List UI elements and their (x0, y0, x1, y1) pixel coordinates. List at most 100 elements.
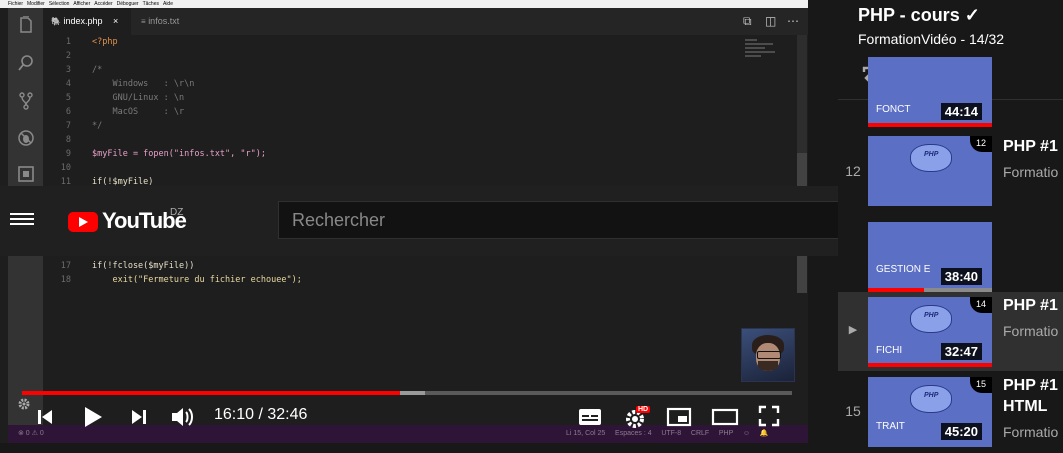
item-index-badge: 15 (970, 377, 992, 393)
tab-label: index.php (63, 16, 103, 26)
video-thumbnail: 15 TRAIT 45:20 (868, 377, 992, 447)
playlist-item[interactable]: FONCT 44:14 (838, 57, 1063, 127)
minimap (745, 37, 785, 67)
item-number: 15 (845, 403, 861, 419)
menu-item: Accéder (94, 1, 113, 7)
previous-button[interactable] (36, 408, 54, 431)
code-area: <?php /* Windows : \r\n GNU/Linux : \n M… (92, 35, 742, 189)
line-number: 6 (65, 107, 71, 117)
line-number: 1 (65, 37, 71, 47)
progress-bar[interactable] (22, 391, 792, 395)
debug-icon (17, 129, 35, 147)
search-icon (17, 54, 35, 72)
thumbnail-caption: FONCT (876, 104, 911, 115)
split-editor-icon: ◫ (765, 14, 777, 28)
video-thumbnail: FONCT 44:14 (868, 57, 992, 127)
extensions-icon (17, 165, 35, 183)
video-title: PHP #1 (1003, 377, 1058, 394)
line-number-gutter-lower: 17 18 (43, 259, 83, 287)
line-number: 9 (65, 149, 71, 159)
close-icon[interactable]: × (113, 16, 118, 26)
code-area-lower: if(!fclose($myFile)) exit("Fermeture du … (92, 259, 742, 287)
tab-label: infos.txt (148, 16, 180, 26)
thumbnail-caption: TRAIT (876, 421, 905, 432)
line-number: 7 (65, 121, 71, 131)
tab-infos-txt[interactable]: ≡ infos.txt (133, 8, 213, 35)
php-file-icon: 🐘 (51, 17, 61, 26)
youtube-logo-icon[interactable] (68, 212, 98, 232)
code-line: MacOS : \r (92, 107, 185, 117)
code-line: if(!fclose($myFile)) (92, 261, 195, 271)
thumbnail-caption: FICHI (876, 345, 903, 356)
channel-name: Formatio (1003, 164, 1059, 180)
menu-item: Modifier (27, 1, 45, 7)
code-line: /* (92, 65, 103, 75)
menu-item: Sélection (48, 1, 70, 7)
thumbnail-caption: GESTION E (876, 264, 931, 275)
more-icon: ⋯ (787, 14, 799, 28)
play-button[interactable] (82, 405, 104, 434)
fullscreen-icon[interactable] (758, 405, 780, 432)
video-thumbnail: 14 FICHI 32:47 (868, 297, 992, 367)
compare-icon: ⧉ (743, 14, 752, 28)
text-file-icon: ≡ (141, 17, 146, 26)
channel-name: Formatio (1003, 424, 1059, 440)
line-number: 5 (65, 93, 71, 103)
menu-item: Aide (162, 1, 173, 7)
playlist-subtitle[interactable]: FormationVidéo - 14/32 (858, 31, 1004, 47)
line-number: 10 (60, 163, 71, 173)
php-elephant-logo (910, 305, 952, 333)
channel-name: Formatio (1003, 323, 1059, 339)
php-elephant-logo (910, 144, 952, 172)
video-title: PHP #1 (1003, 138, 1058, 155)
hd-badge: HD (636, 406, 651, 413)
video-thumbnail: GESTION E 38:40 (868, 222, 992, 292)
line-number: 18 (60, 275, 71, 285)
code-line: GNU/Linux : \n (92, 93, 185, 103)
video-duration: 32:47 (940, 343, 982, 360)
item-index-badge: 14 (970, 297, 992, 313)
next-button[interactable] (130, 408, 148, 431)
playlist-item-current[interactable]: ▶ 14 FICHI 32:47 PHP #1 Formatio (838, 292, 1063, 371)
subtitles-icon[interactable] (578, 407, 602, 432)
playlist-title[interactable]: PHP - cours ✓ (858, 5, 980, 26)
menu-item: Fichier (8, 1, 24, 7)
presenter-webcam (741, 328, 795, 382)
time-display: 16:10 / 32:46 (214, 406, 308, 423)
volume-icon[interactable] (170, 405, 196, 434)
line-number: 3 (65, 65, 71, 75)
item-number: 12 (845, 163, 861, 179)
menu-hamburger-icon[interactable] (10, 210, 34, 228)
source-control-icon (17, 92, 35, 110)
playlist-item[interactable]: 12 12 PHP #1 Formatio (838, 136, 1063, 215)
menu-item: Déboguer (116, 1, 139, 7)
country-code: DZ (170, 207, 184, 218)
code-line: */ (92, 121, 103, 131)
line-number: 2 (65, 51, 71, 61)
code-line: <?php (92, 37, 118, 47)
line-number: 17 (60, 261, 71, 271)
line-number: 8 (65, 135, 71, 145)
item-index-badge: 12 (970, 136, 992, 152)
playlist-item[interactable]: 15 15 TRAIT 45:20 PHP #1 HTML Formatio (838, 372, 1063, 453)
tab-index-php[interactable]: 🐘 index.php × (43, 8, 131, 35)
theater-mode-icon[interactable] (711, 407, 739, 432)
playlist-item[interactable]: GESTION E 38:40 (838, 222, 1063, 292)
settings-gear-icon[interactable] (17, 397, 31, 416)
miniplayer-icon[interactable] (666, 407, 692, 432)
video-thumbnail: 12 (868, 136, 992, 206)
watch-progress (868, 123, 992, 127)
played-bar (22, 391, 401, 395)
code-line: $myFile = fopen("infos.txt", "r"); (92, 149, 266, 159)
search-input[interactable] (279, 202, 855, 238)
vscode-menubar: Fichier Modifier Sélection Afficher Accé… (0, 0, 808, 8)
video-duration: 45:20 (940, 423, 982, 440)
search-box[interactable] (278, 201, 856, 239)
files-icon (17, 15, 35, 34)
video-title-line2: HTML (1003, 398, 1048, 415)
video-title: PHP #1 (1003, 297, 1058, 314)
line-number: 4 (65, 79, 71, 89)
